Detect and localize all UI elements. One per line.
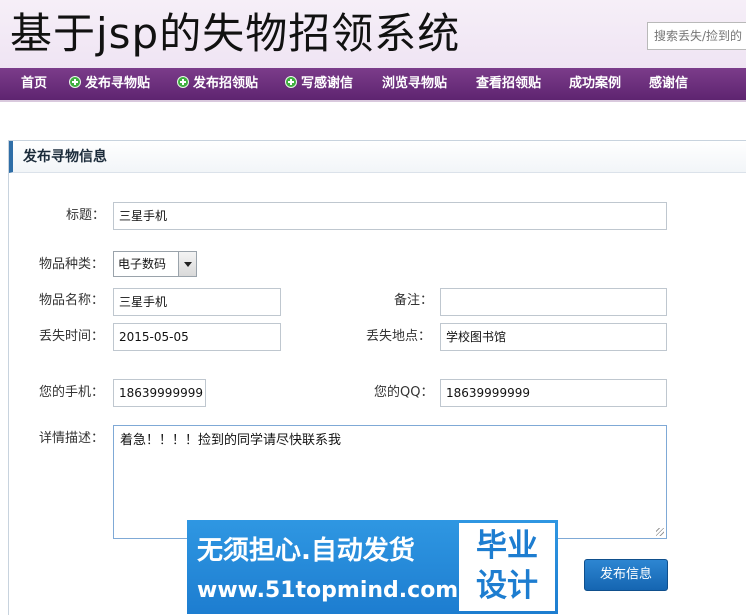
nav-item-browse-lost[interactable]: 浏览寻物贴: [382, 68, 447, 100]
phone-field[interactable]: 18639999999: [113, 379, 206, 407]
watermark-badge-line2: 设计: [476, 568, 538, 604]
qq-label: 您的QQ：: [374, 385, 434, 400]
watermark-banner: 无须担心.自动发货 www.51topmind.com 毕业 设计: [187, 520, 558, 614]
nav-item-label: 发布寻物贴: [85, 76, 151, 91]
publish-button[interactable]: 发布信息: [584, 559, 668, 591]
remark-label: 备注：: [394, 293, 434, 308]
item-name-label: 物品名称：: [39, 293, 105, 308]
nav-item-label: 成功案例: [569, 76, 622, 91]
title-field[interactable]: 三星手机: [113, 202, 667, 230]
lost-time-label: 丢失时间：: [39, 329, 105, 344]
nav-item-label: 首页: [21, 76, 48, 91]
site-title: 基于jsp的失物招领系统: [10, 9, 461, 58]
phone-label: 您的手机：: [39, 385, 105, 400]
site-header: 基于jsp的失物招领系统: [0, 0, 746, 68]
lost-place-field[interactable]: 学校图书馆: [440, 323, 667, 351]
nav-item-label: 感谢信: [649, 76, 689, 91]
watermark-badge-line1: 毕业: [476, 528, 538, 564]
panel-title: 发布寻物信息: [23, 149, 107, 165]
title-label: 标题：: [66, 208, 106, 223]
chevron-down-icon[interactable]: [178, 252, 196, 276]
plus-icon: [69, 76, 81, 88]
nav-item-label: 浏览寻物贴: [382, 76, 448, 91]
remark-field[interactable]: [440, 288, 667, 316]
watermark-url: www.51topmind.com: [197, 578, 459, 603]
detail-label: 详情描述：: [39, 431, 105, 446]
category-select[interactable]: 电子数码: [113, 251, 197, 277]
main-nav: 首页 发布寻物贴 发布招领贴 写感谢信 浏览寻物贴 查看招领贴 成功案例 感谢信: [0, 68, 746, 102]
detail-text: 着急！！！！捡到的同学请尽快联系我: [120, 433, 342, 448]
nav-item-label: 发布招领贴: [193, 76, 259, 91]
search-input[interactable]: [647, 22, 746, 50]
lost-place-label: 丢失地点：: [366, 329, 432, 344]
watermark-badge: 毕业 设计: [459, 523, 555, 611]
nav-item-thanks-letters[interactable]: 感谢信: [649, 68, 688, 100]
nav-item-write-thanks[interactable]: 写感谢信: [285, 68, 353, 100]
category-select-value: 电子数码: [118, 257, 167, 271]
nav-item-label: 查看招领贴: [476, 76, 542, 91]
item-name-field[interactable]: 三星手机: [113, 288, 281, 316]
panel-header: 发布寻物信息: [9, 141, 746, 173]
watermark-slogan: 无须担心.自动发货: [197, 536, 415, 566]
nav-item-success-cases[interactable]: 成功案例: [569, 68, 621, 100]
resize-grip-icon[interactable]: [656, 528, 664, 536]
nav-item-post-lost[interactable]: 发布寻物贴: [69, 68, 150, 100]
lost-time-field[interactable]: 2015-05-05: [113, 323, 281, 351]
plus-icon: [285, 76, 297, 88]
nav-item-label: 写感谢信: [301, 76, 354, 91]
category-label: 物品种类：: [39, 257, 105, 272]
qq-field[interactable]: 18639999999: [440, 379, 667, 407]
nav-item-view-found[interactable]: 查看招领贴: [476, 68, 541, 100]
nav-item-home[interactable]: 首页: [21, 68, 47, 100]
nav-item-post-found[interactable]: 发布招领贴: [177, 68, 258, 100]
plus-icon: [177, 76, 189, 88]
